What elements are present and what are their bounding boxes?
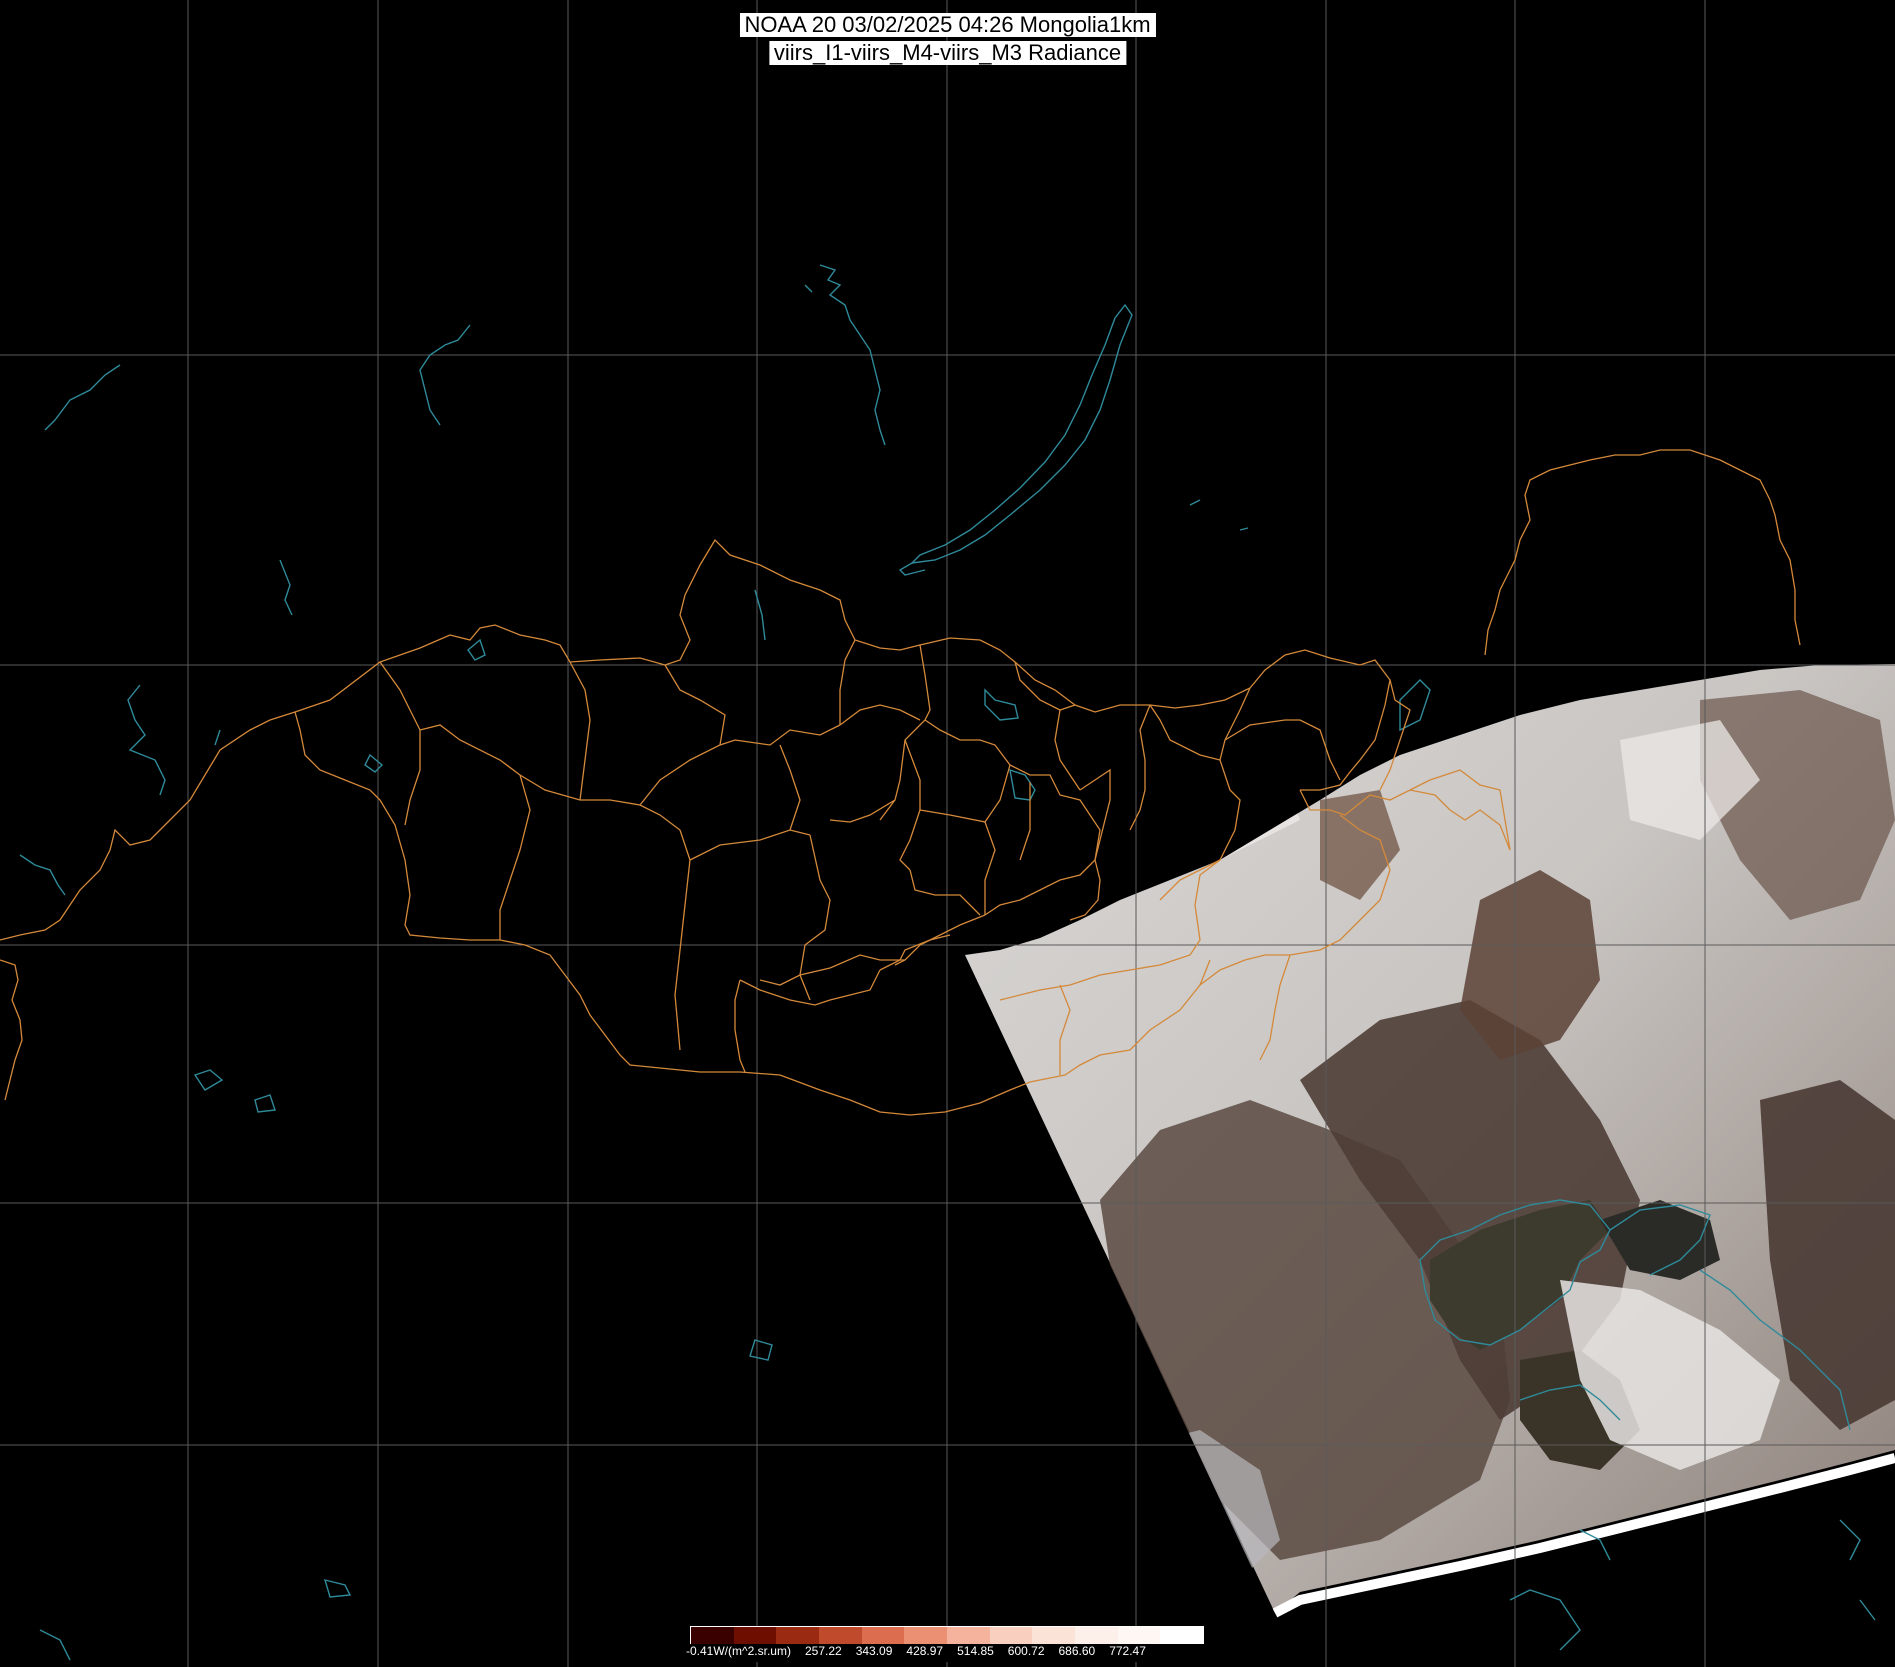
- colorbar-segment: [989, 1627, 1033, 1644]
- colorbar-tick-label: 428.97: [906, 1644, 944, 1658]
- image-title-line2: viirs_I1-viirs_M4-viirs_M3 Radiance: [768, 41, 1127, 65]
- colorbar-tick-label: -0.41W/(m^2.sr.um): [686, 1644, 791, 1658]
- colorbar-segment: [691, 1627, 734, 1644]
- colorbar-tick-label: 686.60: [1058, 1644, 1096, 1658]
- satellite-image-view: NOAA 20 03/02/2025 04:26 Mongolia1km vii…: [0, 0, 1895, 1667]
- colorbar-segment: [1117, 1627, 1161, 1644]
- colorbar: [690, 1626, 1204, 1645]
- colorbar-segment: [733, 1627, 777, 1644]
- colorbar-tick-label: 514.85: [957, 1644, 994, 1658]
- colorbar-segment: [947, 1627, 990, 1644]
- colorbar-labels: -0.41W/(m^2.sr.um) 257.22 343.09 428.97 514.…: [686, 1644, 1206, 1662]
- map-canvas: [0, 0, 1895, 1667]
- colorbar-segment: [776, 1627, 820, 1644]
- colorbar-segment: [1075, 1627, 1118, 1644]
- colorbar-tick-label: 600.72: [1007, 1644, 1045, 1658]
- satellite-swath: [965, 664, 1895, 1618]
- colorbar-tick-label: 772.47: [1109, 1644, 1146, 1658]
- colorbar-segment: [904, 1627, 948, 1644]
- colorbar-tick-label: 343.09: [855, 1644, 893, 1658]
- colorbar-tick-label: 257.22: [804, 1644, 842, 1658]
- image-title-line1: NOAA 20 03/02/2025 04:26 Mongolia1km: [739, 13, 1156, 37]
- colorbar-segment: [819, 1627, 862, 1644]
- colorbar-segment: [1032, 1627, 1076, 1644]
- colorbar-segment: [1160, 1627, 1204, 1644]
- colorbar-segment: [861, 1627, 905, 1644]
